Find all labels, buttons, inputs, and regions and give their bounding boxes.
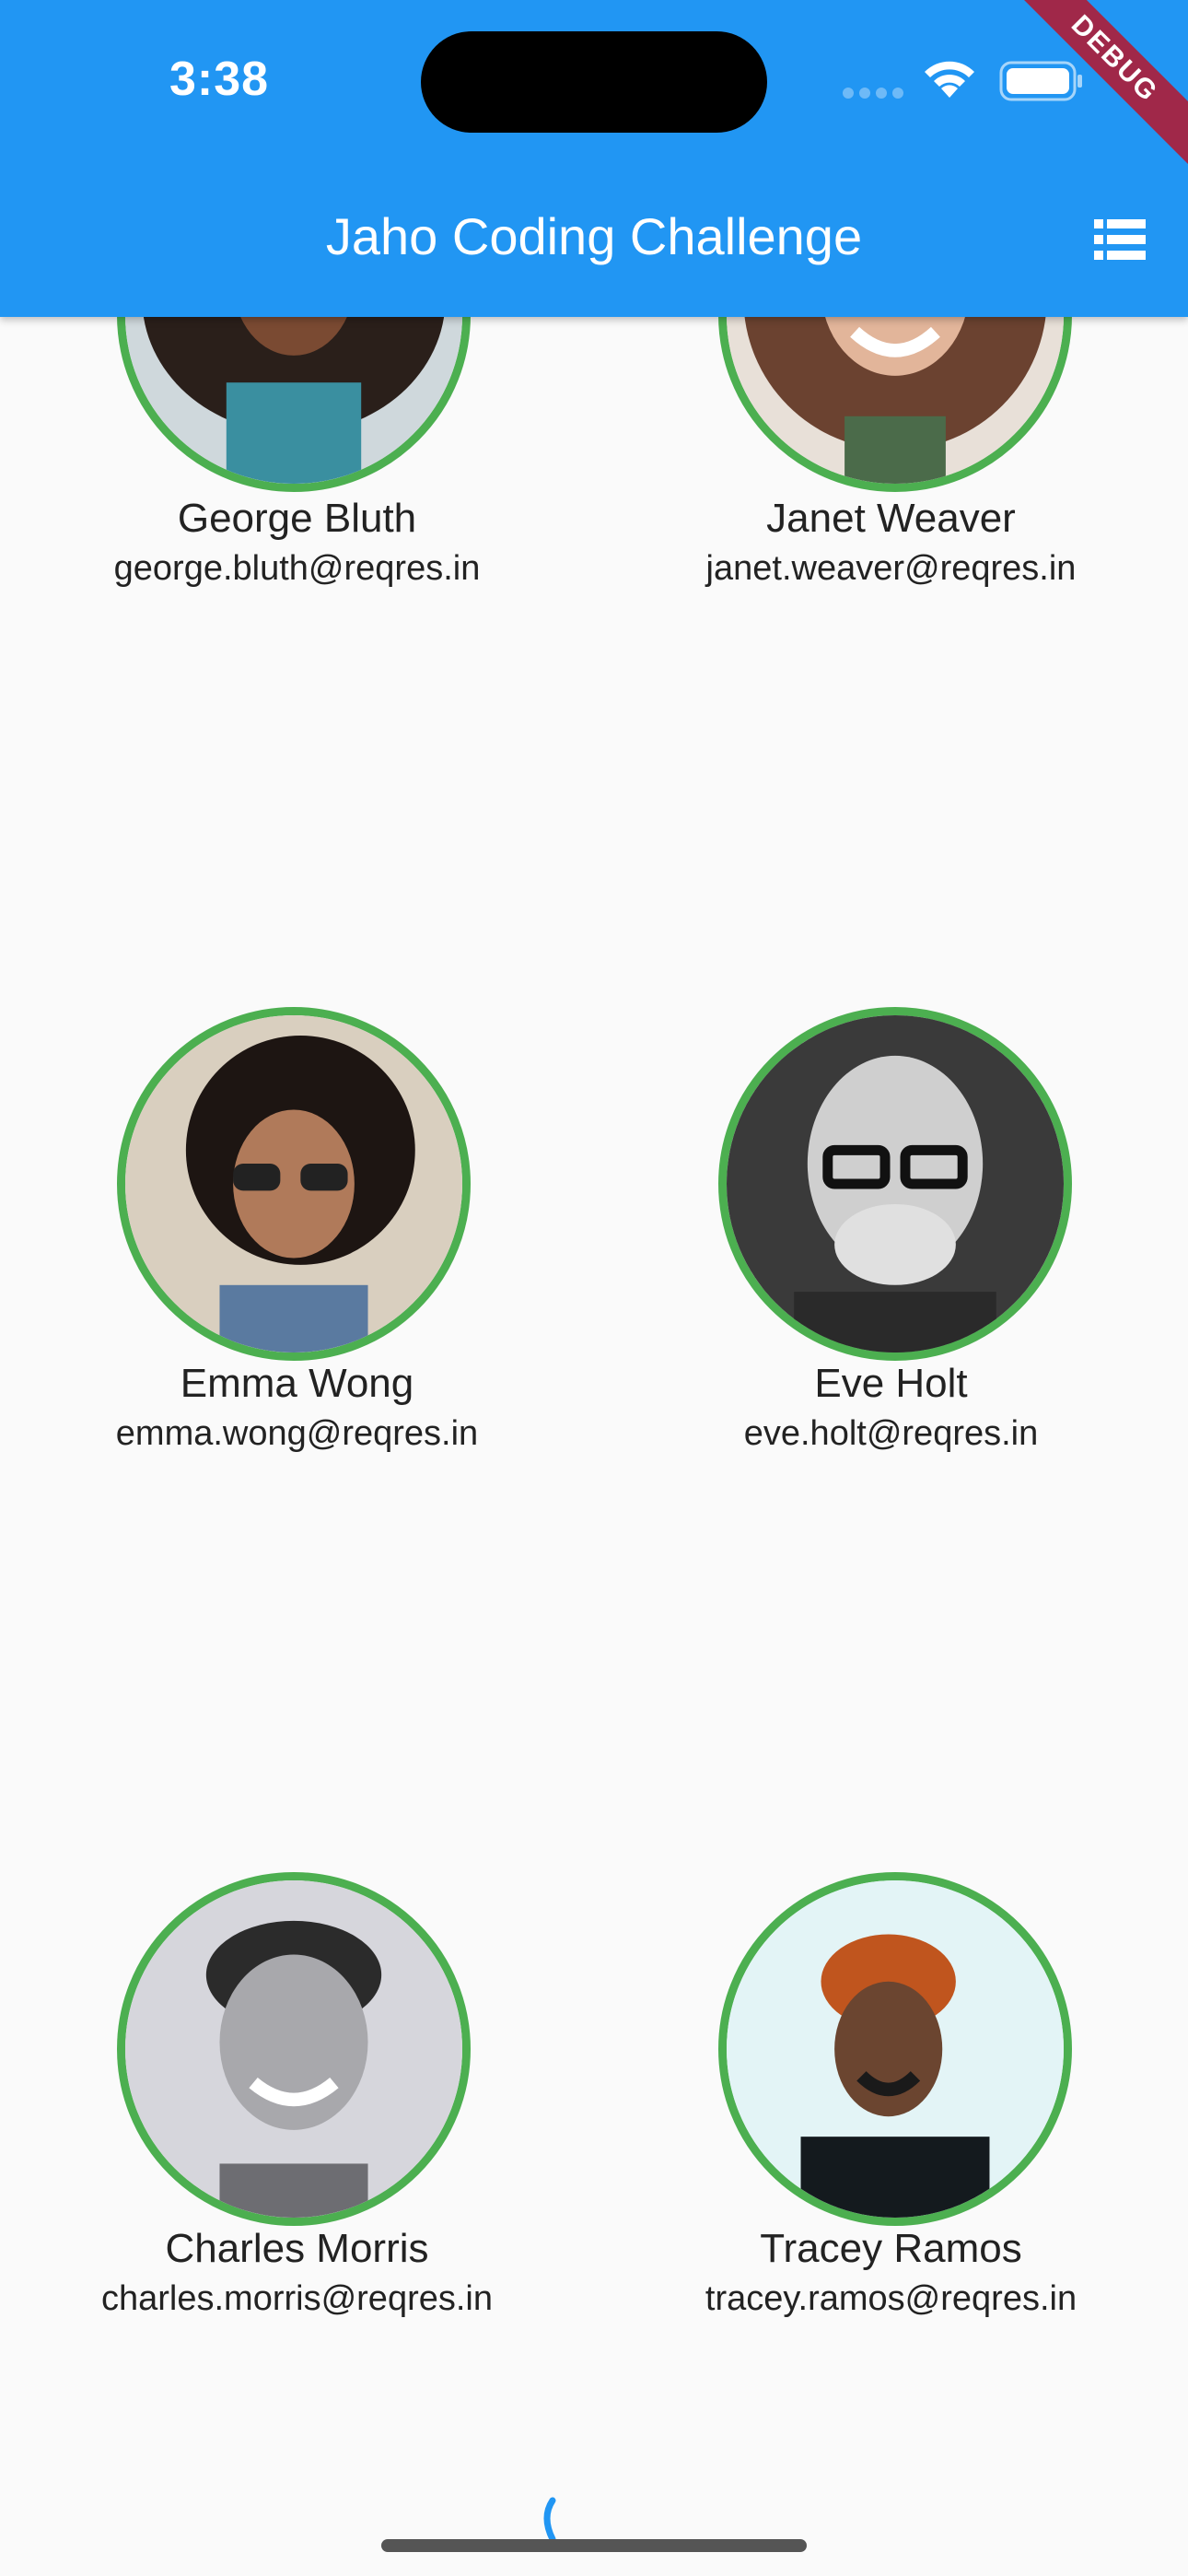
loading-spinner-icon — [543, 2497, 556, 2543]
user-name: Emma Wong — [180, 1361, 414, 1406]
cellular-signal-icon — [843, 87, 909, 103]
user-grid[interactable]: George Bluth george.bluth@reqres.in Jane… — [0, 0, 1188, 2576]
home-indicator[interactable] — [381, 2539, 807, 2552]
avatar[interactable] — [117, 1007, 471, 1361]
avatar[interactable] — [718, 1872, 1072, 2226]
wifi-icon — [925, 61, 974, 98]
user-name: Janet Weaver — [766, 496, 1016, 541]
app-title: Jaho Coding Challenge — [325, 207, 863, 265]
dynamic-island — [421, 31, 767, 133]
debug-banner: DEBUG — [1004, 0, 1188, 184]
list-view-icon[interactable] — [1087, 212, 1153, 267]
avatar[interactable] — [117, 1872, 471, 2226]
user-name: George Bluth — [177, 496, 417, 541]
user-email: charles.morris@reqres.in — [100, 2279, 493, 2318]
avatar[interactable] — [718, 1007, 1072, 1361]
debug-label: DEBUG — [1004, 0, 1188, 173]
user-email: george.bluth@reqres.in — [113, 549, 481, 588]
user-name: Tracey Ramos — [760, 2226, 1022, 2271]
user-email: emma.wong@reqres.in — [115, 1414, 479, 1453]
user-email: janet.weaver@reqres.in — [705, 549, 1077, 588]
user-email: tracey.ramos@reqres.in — [705, 2279, 1077, 2318]
user-name: Charles Morris — [165, 2226, 429, 2271]
user-email: eve.holt@reqres.in — [743, 1414, 1039, 1453]
user-name: Eve Holt — [814, 1361, 968, 1406]
status-time: 3:38 — [169, 53, 270, 106]
